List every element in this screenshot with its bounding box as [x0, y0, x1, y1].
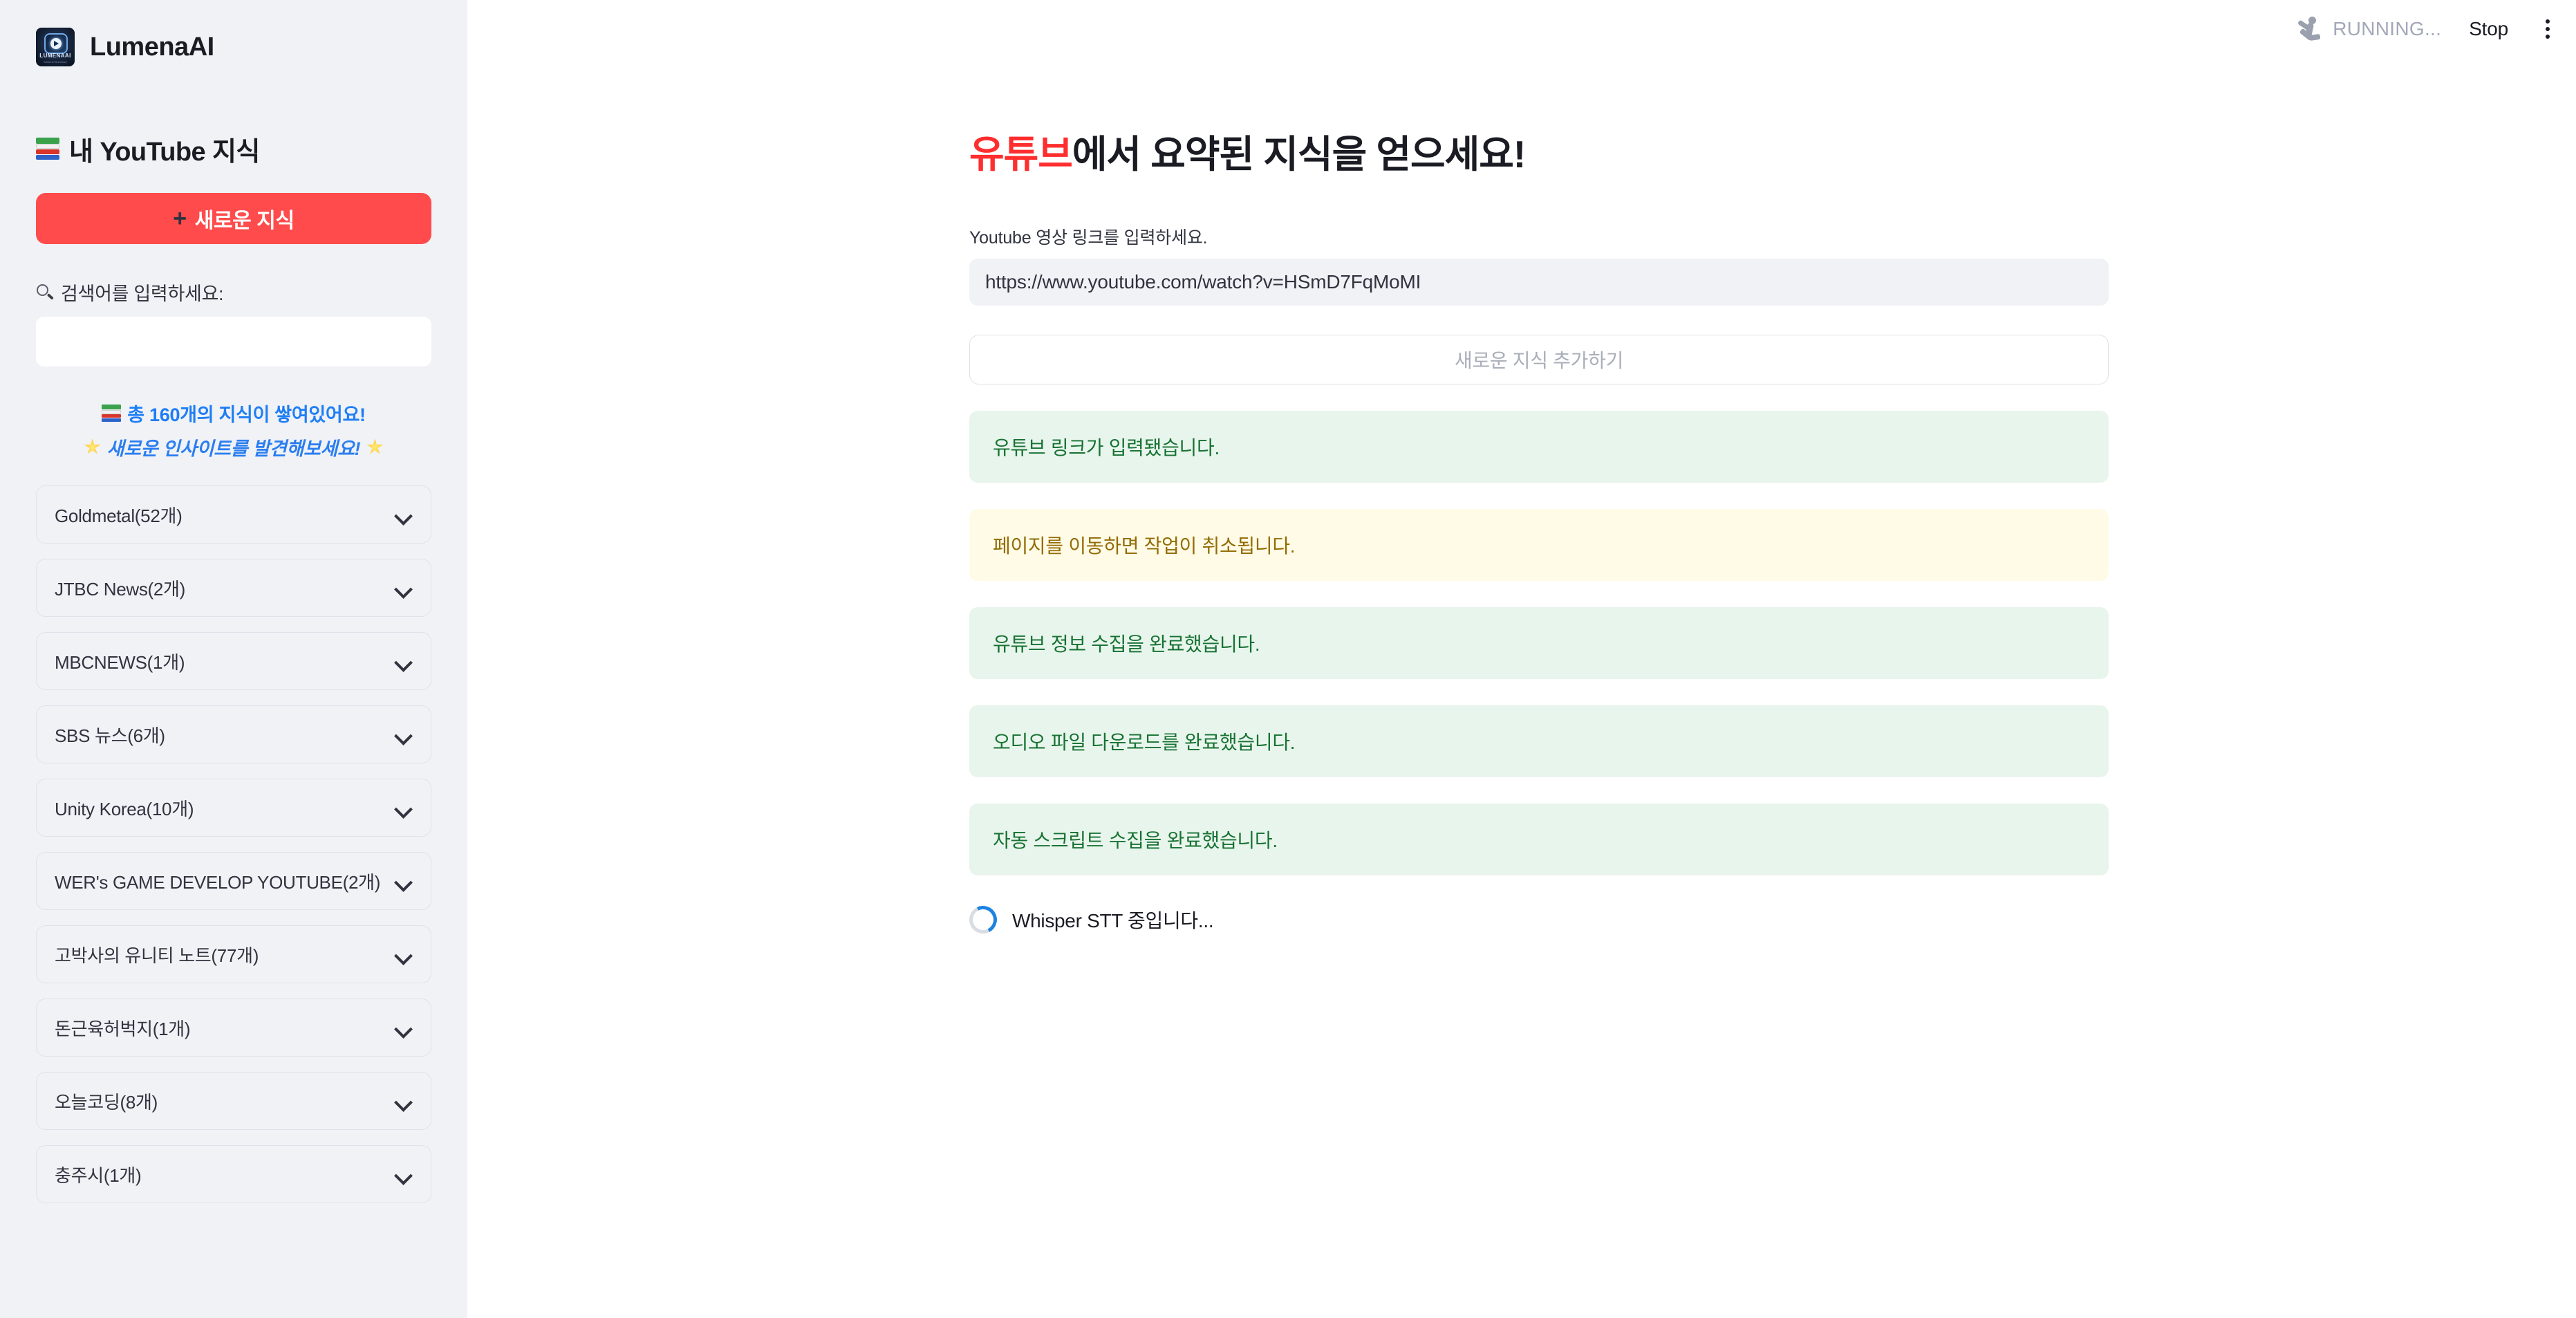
running-man-icon: [2295, 15, 2324, 44]
expander-label: MBCNEWS(1개): [55, 651, 185, 673]
status-toolbar: RUNNING... Stop: [2295, 0, 2576, 58]
sidebar-item-oneulcoding[interactable]: 오늘코딩(8개): [36, 1072, 431, 1130]
status-message-link-entered: 유튜브 링크가 입력됐습니다.: [969, 411, 2109, 483]
chevron-down-icon[interactable]: [395, 579, 413, 597]
expander-label: Goldmetal(52개): [55, 505, 183, 526]
progress-row: Whisper STT 중입니다...: [965, 902, 2109, 938]
loading-spinner-icon: [965, 902, 1001, 938]
sidebar: LUMENAAI Smart AI Summary LumenaAI 내 You…: [0, 0, 467, 1318]
main-content: RUNNING... Stop 유튜브에서 요약된 지식을 얻으세요! Yout…: [467, 0, 2576, 1318]
alert-text: 유튜브 정보 수집을 완료했습니다.: [993, 633, 1260, 655]
sidebar-item-gobaksa-unity-note[interactable]: 고박사의 유니티 노트(77개): [36, 925, 431, 983]
sidebar-item-goldmetal[interactable]: Goldmetal(52개): [36, 485, 431, 544]
search-icon: [36, 284, 54, 301]
channel-expander-list: Goldmetal(52개) JTBC News(2개) MBCNEWS(1개)…: [36, 485, 431, 1203]
knowledge-count-line: 총 160개의 지식이 쌓여있어요!: [36, 400, 431, 427]
sidebar-heading: 내 YouTube 지식: [36, 130, 431, 168]
sidebar-item-chungjusi[interactable]: 충주시(1개): [36, 1145, 431, 1203]
alert-text: 페이지를 이동하면 작업이 취소됩니다.: [993, 535, 1296, 557]
expander-label: WER's GAME DEVELOP YOUTUBE(2개): [55, 871, 381, 893]
logo-wordmark: LUMENAAI: [39, 53, 71, 59]
brand: LUMENAAI Smart AI Summary LumenaAI: [36, 0, 431, 66]
alert-text: 자동 스크립트 수집을 완료했습니다.: [993, 830, 1278, 851]
expander-label: JTBC News(2개): [55, 578, 186, 600]
alert-text: 유튜브 링크가 입력됐습니다.: [993, 437, 1220, 458]
books-icon: [36, 137, 59, 160]
status-message-script-collected: 자동 스크립트 수집을 완료했습니다.: [969, 804, 2109, 875]
expander-label: 오늘코딩(8개): [55, 1091, 158, 1113]
stop-button[interactable]: Stop: [2469, 18, 2508, 40]
knowledge-count-text: 총 160개의 지식이 쌓여있어요!: [127, 405, 366, 425]
new-knowledge-label: 새로운 지식: [194, 210, 295, 232]
expander-label: Unity Korea(10개): [55, 798, 194, 819]
add-knowledge-button[interactable]: 새로운 지식 추가하기: [969, 335, 2109, 384]
alert-text: 오디오 파일 다운로드를 완료했습니다.: [993, 732, 1296, 753]
chevron-down-icon[interactable]: [395, 1165, 413, 1183]
app-root: LUMENAAI Smart AI Summary LumenaAI 내 You…: [0, 0, 2576, 1318]
url-field-label: Youtube 영상 링크를 입력하세요.: [969, 228, 1208, 248]
expander-label: 충주시(1개): [55, 1164, 142, 1186]
expander-label: SBS 뉴스(6개): [55, 725, 165, 746]
add-knowledge-label: 새로운 지식 추가하기: [1454, 350, 1624, 371]
page-title-highlight: 유튜브: [969, 133, 1073, 176]
chevron-down-icon[interactable]: [395, 1092, 413, 1110]
status-badge: RUNNING...: [2333, 18, 2442, 39]
sidebar-item-wers-game-develop-youtube[interactable]: WER's GAME DEVELOP YOUTUBE(2개): [36, 852, 431, 910]
chevron-down-icon[interactable]: [395, 1019, 413, 1037]
youtube-url-input[interactable]: [969, 259, 2109, 306]
sidebar-item-mbcnews[interactable]: MBCNEWS(1개): [36, 632, 431, 690]
kebab-menu-icon[interactable]: [2540, 13, 2555, 45]
page-title-rest: 에서 요약된 지식을 얻으세요!: [1072, 133, 1526, 176]
sidebar-item-unity-korea[interactable]: Unity Korea(10개): [36, 779, 431, 837]
search-input[interactable]: [36, 317, 431, 366]
progress-label: Whisper STT 중입니다...: [1012, 910, 1214, 931]
chevron-down-icon[interactable]: [395, 725, 413, 743]
chevron-down-icon[interactable]: [395, 505, 413, 523]
content-column: 유튜브에서 요약된 지식을 얻으세요! Youtube 영상 링크를 입력하세요…: [965, 0, 2109, 938]
chevron-down-icon[interactable]: [395, 652, 413, 670]
expander-label: 돈근육허벅지(1개): [55, 1018, 191, 1039]
new-knowledge-button[interactable]: + 새로운 지식: [36, 193, 431, 244]
plus-icon: +: [173, 205, 187, 232]
star-icon-left: [84, 438, 101, 454]
status-message-navigation-warning: 페이지를 이동하면 작업이 취소됩니다.: [969, 509, 2109, 581]
search-label-text: 검색어를 입력하세요:: [61, 284, 224, 304]
status-message-audio-downloaded: 오디오 파일 다운로드를 완료했습니다.: [969, 705, 2109, 777]
sidebar-item-sbs-news[interactable]: SBS 뉴스(6개): [36, 705, 431, 763]
app-logo-icon: LUMENAAI Smart AI Summary: [36, 28, 75, 66]
chevron-down-icon[interactable]: [395, 799, 413, 817]
sidebar-heading-label: 내 YouTube 지식: [69, 138, 260, 167]
star-icon-right: [366, 438, 383, 454]
logo-subtext: Smart AI Summary: [44, 60, 67, 64]
search-label: 검색어를 입력하세요:: [36, 279, 431, 306]
sidebar-item-dongeunyuk-heobeokji[interactable]: 돈근육허벅지(1개): [36, 999, 431, 1057]
chevron-down-icon[interactable]: [395, 872, 413, 890]
books-small-icon: [102, 404, 122, 422]
insight-text: 새로운 인사이트를 발견해보세요!: [106, 438, 361, 459]
expander-label: 고박사의 유니티 노트(77개): [55, 945, 259, 966]
app-title: LumenaAI: [90, 32, 214, 62]
page-title: 유튜브에서 요약된 지식을 얻으세요!: [969, 123, 2109, 178]
status-message-info-collected: 유튜브 정보 수집을 완료했습니다.: [969, 607, 2109, 679]
chevron-down-icon[interactable]: [395, 945, 413, 963]
insight-line: 새로운 인사이트를 발견해보세요!: [36, 434, 431, 461]
sidebar-item-jtbc-news[interactable]: JTBC News(2개): [36, 559, 431, 617]
